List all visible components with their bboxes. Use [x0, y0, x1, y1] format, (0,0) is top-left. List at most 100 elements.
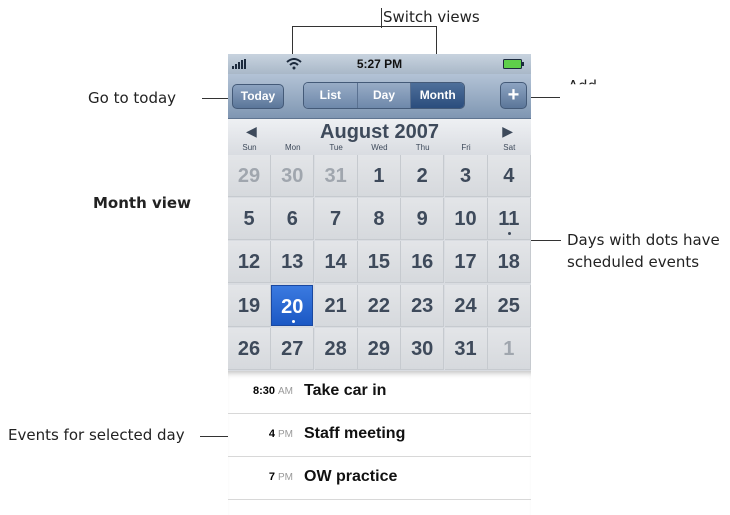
- day-cell[interactable]: 31: [314, 155, 358, 197]
- day-number: 20: [281, 295, 304, 318]
- day-number: 25: [497, 294, 520, 317]
- day-number: 22: [367, 294, 391, 317]
- view-switcher: List Day Month: [303, 82, 465, 109]
- day-cell[interactable]: 26: [228, 327, 271, 370]
- month-title: August 2007: [320, 121, 439, 143]
- tab-month[interactable]: Month: [411, 83, 464, 108]
- status-bar: 5:27 PM: [228, 54, 531, 74]
- day-cell[interactable]: 15: [357, 241, 401, 284]
- day-cell[interactable]: 7: [314, 198, 358, 241]
- day-cell[interactable]: 12: [228, 241, 271, 284]
- callout-line-add: [530, 97, 560, 98]
- event-row[interactable]: 4 PM Staff meeting: [228, 414, 531, 457]
- day-number: 14: [324, 251, 347, 274]
- day-number: 13: [281, 251, 304, 274]
- day-cell[interactable]: 6: [271, 198, 315, 241]
- day-cell[interactable]: 16: [401, 241, 445, 284]
- day-cell[interactable]: 28: [314, 327, 358, 370]
- day-cell[interactable]: 13: [271, 241, 315, 284]
- day-number: 19: [237, 294, 261, 317]
- callout-go-to-today: Go to today: [88, 89, 177, 107]
- event-ampm: PM: [278, 472, 293, 483]
- event-time: 4: [268, 428, 275, 440]
- day-cell[interactable]: 21: [314, 284, 358, 327]
- day-cell[interactable]: 19: [228, 284, 271, 327]
- weekday-label: Tue: [329, 143, 343, 152]
- day-cell[interactable]: 25: [487, 284, 531, 327]
- day-cell-selected[interactable]: 20: [271, 284, 314, 326]
- callout-line-events: [200, 436, 230, 437]
- day-cell[interactable]: 17: [444, 241, 488, 284]
- day-number: 7: [330, 208, 342, 231]
- day-number: 9: [416, 208, 428, 231]
- day-number: 29: [237, 165, 261, 187]
- day-cell[interactable]: 31: [444, 327, 488, 370]
- day-cell[interactable]: 5: [228, 198, 271, 241]
- event-row[interactable]: 8:30 AM Take car in: [228, 371, 531, 414]
- day-number: 30: [411, 337, 434, 360]
- day-number: 3: [459, 165, 472, 187]
- event-list: 8:30 AM Take car in 4 PM Staff meeting 7…: [228, 371, 531, 515]
- day-number: 21: [324, 294, 347, 317]
- tab-day[interactable]: Day: [357, 83, 412, 108]
- day-number: 15: [367, 251, 391, 274]
- today-button[interactable]: Today: [232, 84, 284, 109]
- callout-line-dots: [528, 240, 561, 241]
- tab-list[interactable]: List: [304, 83, 358, 108]
- day-cell[interactable]: 1: [357, 155, 401, 197]
- day-number: 2: [416, 165, 428, 187]
- day-number: 4: [503, 165, 515, 187]
- calendar-header: ◀ August 2007 ▶ Sun Mon Tue Wed Thu Fri Sat: [228, 119, 531, 155]
- day-cell[interactable]: 29: [357, 327, 401, 370]
- day-number: 31: [324, 165, 347, 187]
- day-cell[interactable]: 4: [487, 155, 531, 197]
- phone-screen: 5:27 PM Today List Day Month + ◀ August …: [228, 54, 531, 515]
- status-time: 5:27 PM: [356, 57, 403, 71]
- day-number: 16: [411, 251, 434, 274]
- day-cell[interactable]: 11: [487, 198, 531, 241]
- callout-days-dots-2: scheduled events: [567, 253, 700, 271]
- day-cell[interactable]: 3: [444, 155, 488, 197]
- day-cell[interactable]: 10: [444, 198, 488, 241]
- day-cell[interactable]: 27: [271, 327, 315, 370]
- weekday-label: Fri: [461, 143, 471, 152]
- weekday-label: Mon: [285, 143, 301, 152]
- weekday-label: Sun: [242, 143, 257, 152]
- day-cell[interactable]: 18: [487, 241, 531, 284]
- day-cell[interactable]: 23: [401, 284, 445, 327]
- event-dot-icon: [507, 232, 511, 236]
- day-number: 1: [373, 165, 385, 187]
- day-cell[interactable]: 9: [401, 198, 445, 241]
- day-cell[interactable]: 1: [487, 327, 531, 370]
- weekday-label: Sat: [503, 143, 516, 152]
- callout-line-switch-views: [381, 8, 382, 28]
- day-cell[interactable]: 14: [314, 241, 358, 284]
- add-event-button[interactable]: +: [500, 82, 527, 109]
- day-cell[interactable]: 2: [401, 155, 445, 197]
- event-row[interactable]: 7 PM OW practice: [228, 457, 531, 500]
- event-ampm: PM: [278, 429, 293, 440]
- event-title: Staff meeting: [304, 425, 406, 442]
- event-time: 8:30: [252, 385, 275, 397]
- event-ampm: AM: [278, 386, 293, 397]
- day-number: 24: [454, 294, 477, 317]
- day-cell[interactable]: 30: [401, 327, 445, 370]
- event-title: OW practice: [304, 468, 398, 485]
- day-number: 10: [454, 208, 477, 231]
- day-number: 30: [281, 165, 304, 187]
- callout-days-dots-1: Days with dots have: [567, 231, 720, 249]
- callout-events-for-day: Events for selected day: [8, 426, 185, 444]
- day-number: 23: [411, 294, 434, 317]
- next-month-button[interactable]: ▶: [502, 123, 513, 140]
- day-cell[interactable]: 24: [444, 284, 488, 327]
- day-number: 28: [324, 337, 347, 360]
- day-cell[interactable]: 30: [271, 155, 315, 197]
- callout-add: Add: [568, 77, 598, 95]
- day-cell[interactable]: 22: [357, 284, 401, 327]
- day-number: 1: [503, 337, 515, 360]
- day-cell[interactable]: 8: [357, 198, 401, 241]
- day-cell[interactable]: 29: [228, 155, 271, 197]
- callout-bracket-switch-views: [292, 26, 437, 27]
- month-grid: 29 30 31 1 2 3 4 5 6 7 8 9 10 11 12 13 14 15 16 17 18 19 20 21 2…: [228, 155, 531, 371]
- day-number: 29: [367, 337, 391, 360]
